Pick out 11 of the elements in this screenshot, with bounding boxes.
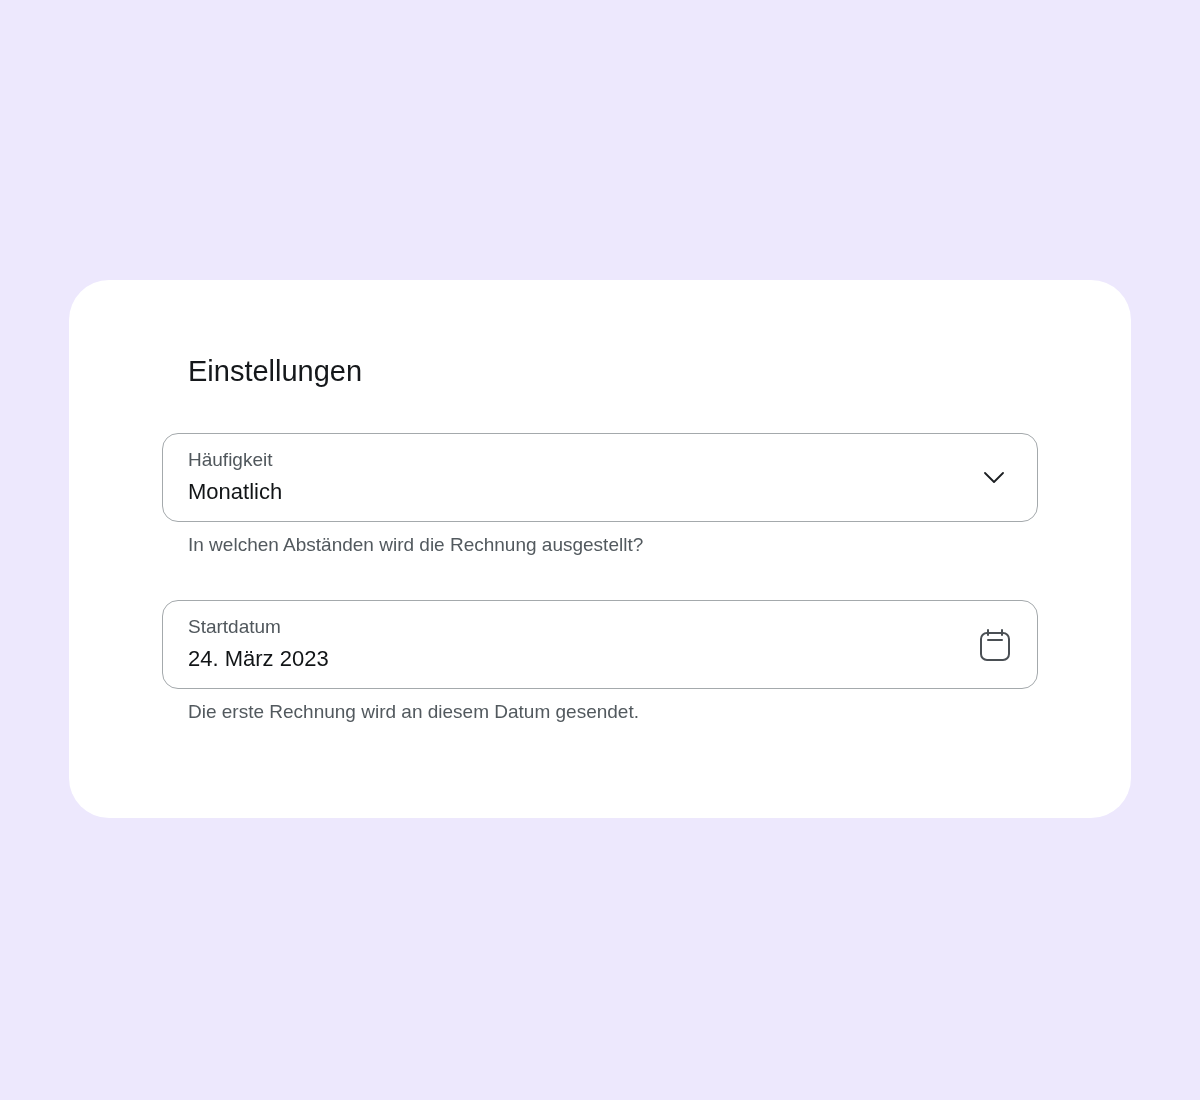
field-label: Häufigkeit xyxy=(188,447,273,472)
field-label: Startdatum xyxy=(188,614,281,639)
card-title: Einstellungen xyxy=(188,354,363,388)
select-field[interactable]: Häufigkeit Monatlich xyxy=(162,433,1038,522)
field-value: 24. März 2023 xyxy=(188,644,329,673)
date-field[interactable]: Startdatum 24. März 2023 xyxy=(162,600,1038,689)
chevron-down-icon xyxy=(984,472,1004,483)
field-value: Monatlich xyxy=(188,477,283,506)
calendar-icon xyxy=(980,628,1010,661)
helper-text: Die erste Rechnung wird an diesem Datum gesendet. xyxy=(188,700,639,724)
helper-text: In welchen Abständen wird die Rechnung ausgestellt? xyxy=(188,533,644,557)
